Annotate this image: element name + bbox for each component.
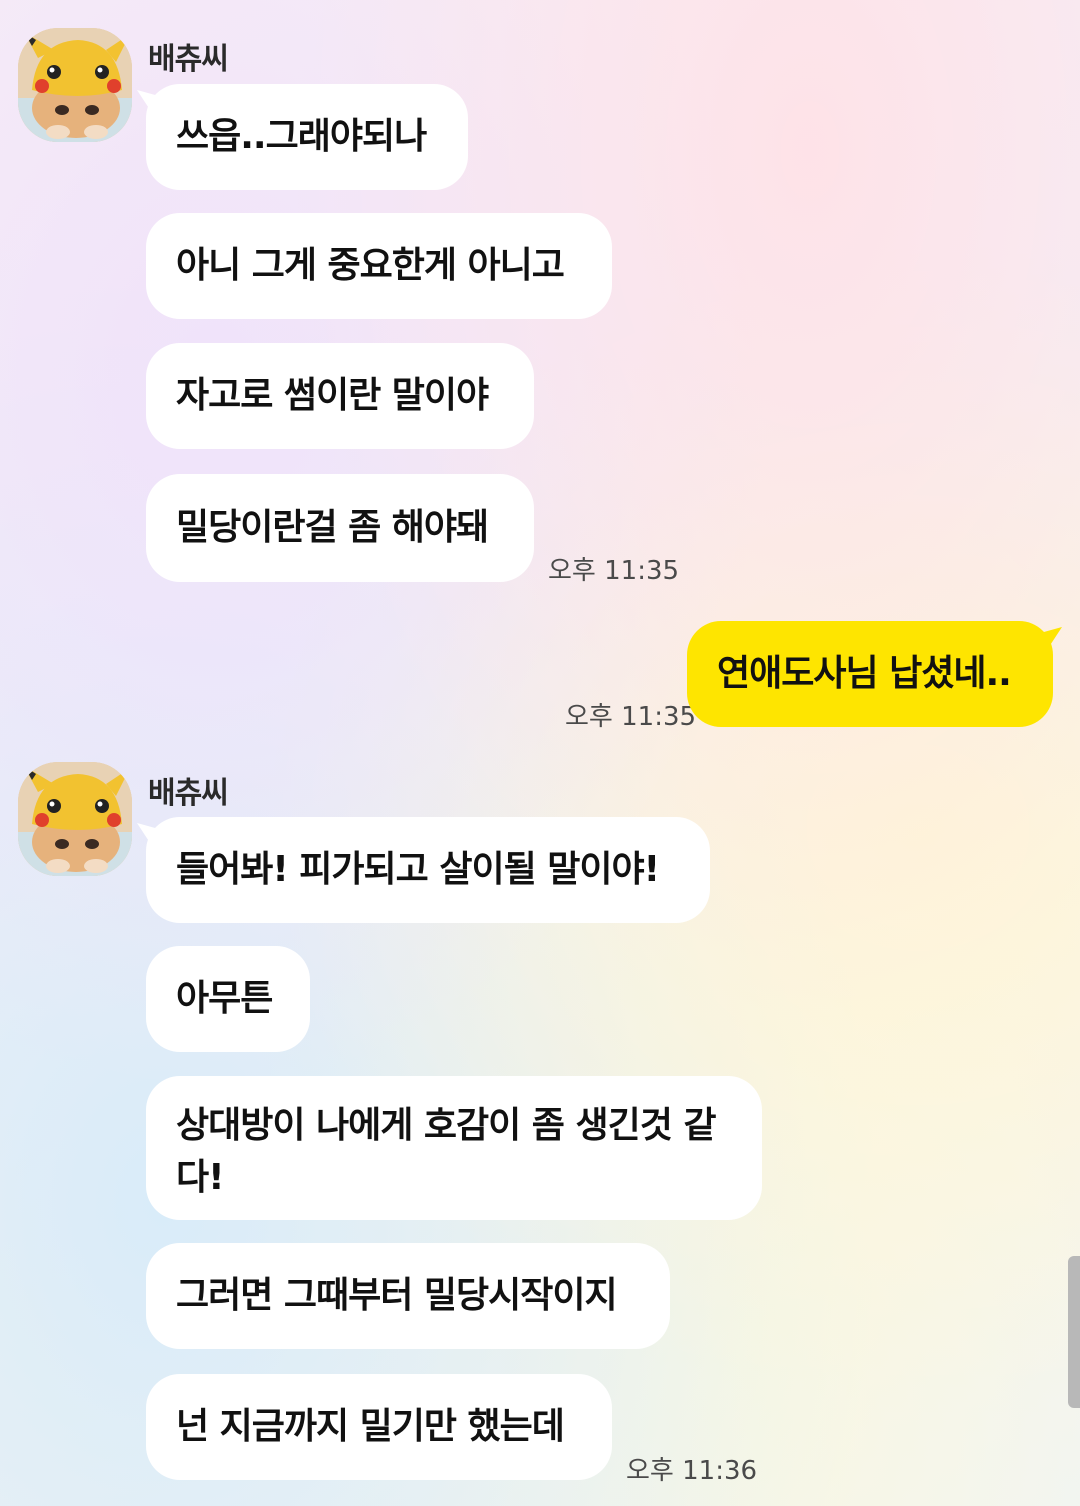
message-text: 상대방이 나에게 호감이 좀 생긴것 같다!	[176, 1105, 716, 1199]
message-text: 들어봐! 피가되고 살이될 말이야!	[176, 848, 660, 890]
message-bubble[interactable]: 쓰읍..그래야되나	[137, 84, 468, 190]
message-bubble[interactable]: 아니 그게 중요한게 아니고	[146, 213, 612, 319]
message-timestamp: 오후 11:35	[565, 702, 697, 732]
message-bubble[interactable]: 자고로 썸이란 말이야	[146, 343, 534, 449]
message-text: 연애도사님 납셨네..	[717, 652, 1012, 694]
message-bubble[interactable]: 그러면 그때부터 밀당시작이지	[146, 1243, 670, 1349]
message-bubble[interactable]: 아무튼	[146, 946, 310, 1052]
message-timestamp: 오후 11:35	[548, 556, 680, 586]
message-timestamp: 오후 11:36	[626, 1456, 758, 1486]
message-text: 쓰읍..그래야되나	[176, 115, 427, 157]
message-text: 넌 지금까지 밀기만 했는데	[176, 1405, 565, 1447]
message-text: 자고로 썸이란 말이야	[176, 374, 489, 416]
my-message-bubble[interactable]: 연애도사님 납셨네..	[687, 621, 1062, 727]
pikachu-hat-cat-avatar-icon	[18, 28, 132, 142]
message-bubble[interactable]: 들어봐! 피가되고 살이될 말이야!	[137, 817, 710, 923]
message-bubble[interactable]: 넌 지금까지 밀기만 했는데	[146, 1374, 612, 1480]
scrollbar[interactable]	[1068, 1256, 1080, 1408]
avatar[interactable]	[18, 762, 132, 876]
message-text: 아니 그게 중요한게 아니고	[176, 244, 565, 286]
sender-name: 배츄씨	[148, 42, 229, 77]
message-text: 그러면 그때부터 밀당시작이지	[176, 1274, 618, 1316]
message-bubble[interactable]: 상대방이 나에게 호감이 좀 생긴것 같다!	[146, 1076, 762, 1220]
message-text: 아무튼	[176, 977, 273, 1019]
message-text: 밀당이란걸 좀 해야돼	[176, 506, 489, 548]
pikachu-hat-cat-avatar-icon	[18, 762, 132, 876]
message-bubble[interactable]: 밀당이란걸 좀 해야돼	[146, 474, 534, 582]
avatar[interactable]	[18, 28, 132, 142]
sender-name: 배츄씨	[148, 776, 229, 811]
